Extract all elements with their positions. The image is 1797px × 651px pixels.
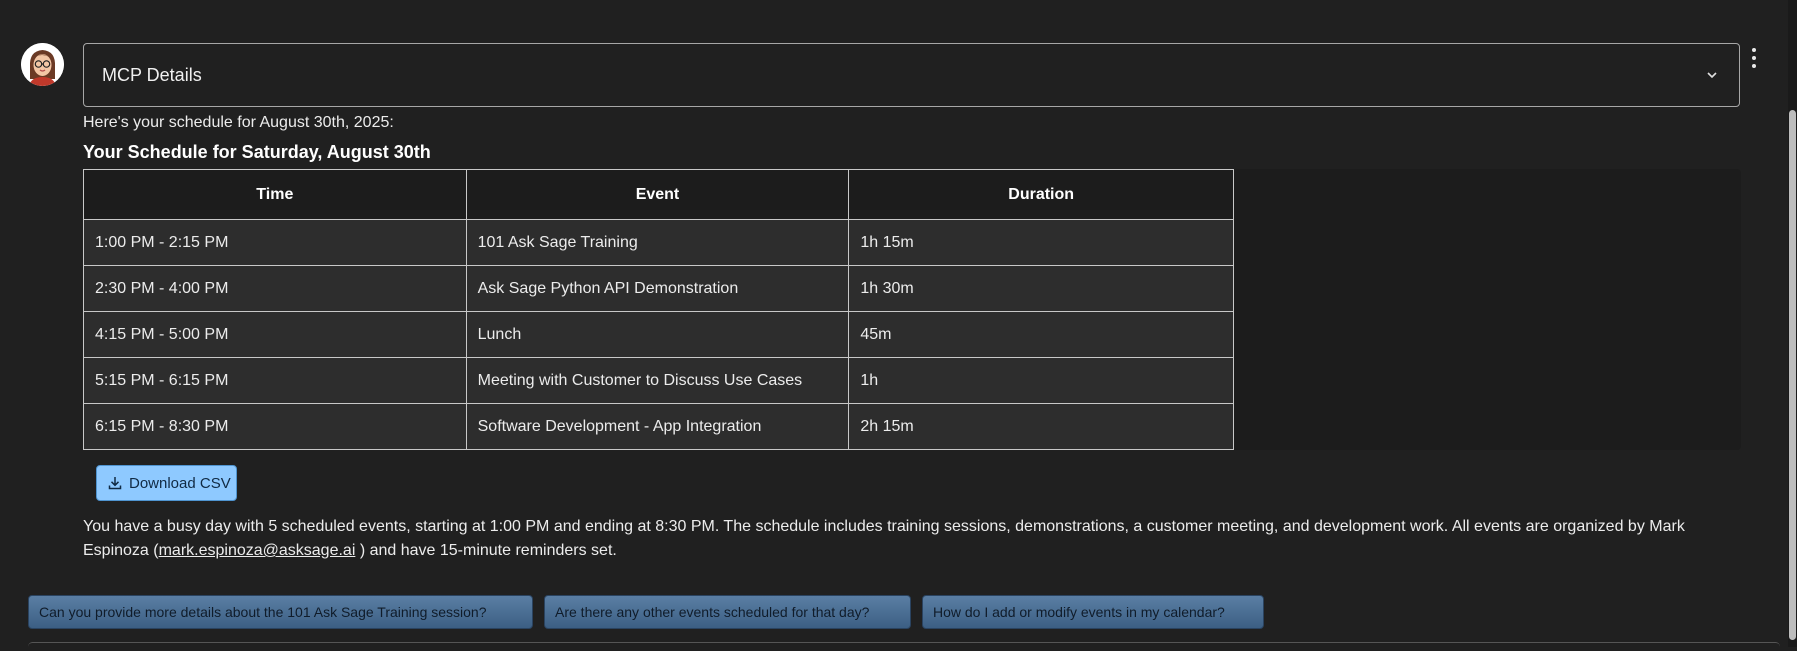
suggestion-button-3[interactable]: How do I add or modify events in my cale… [922, 595, 1264, 629]
organizer-email-link[interactable]: mark.espinoza@asksage.ai [159, 542, 356, 559]
table-row: 1:00 PM - 2:15 PM 101 Ask Sage Training … [83, 219, 1234, 266]
time-cell: 6:15 PM - 8:30 PM [83, 403, 467, 450]
event-cell: Lunch [465, 311, 850, 358]
schedule-intro-text: Here's your schedule for August 30th, 20… [83, 114, 394, 131]
mcp-details-dropdown[interactable]: MCP Details [83, 43, 1740, 107]
event-cell: Meeting with Customer to Discuss Use Cas… [465, 357, 850, 404]
assistant-avatar [21, 43, 64, 86]
column-header-duration: Duration [848, 169, 1234, 220]
duration-cell: 1h 15m [848, 219, 1234, 266]
table-row: 2:30 PM - 4:00 PM Ask Sage Python API De… [83, 265, 1234, 312]
schedule-summary: You have a busy day with 5 scheduled eve… [83, 515, 1748, 563]
message-menu-button[interactable] [1748, 48, 1760, 68]
kebab-menu-icon [1752, 48, 1756, 52]
event-cell: Ask Sage Python API Demonstration [465, 265, 850, 312]
chevron-down-icon [1707, 72, 1717, 79]
time-cell: 4:15 PM - 5:00 PM [83, 311, 467, 358]
download-icon [108, 477, 122, 490]
duration-cell: 1h [848, 357, 1234, 404]
summary-text-end: ) and have 15-minute reminders set. [355, 542, 617, 559]
suggestion-button-2[interactable]: Are there any other events scheduled for… [544, 595, 911, 629]
scrollbar[interactable] [1788, 0, 1797, 647]
event-cell: Software Development - App Integration [465, 403, 850, 450]
download-csv-button[interactable]: Download CSV [96, 465, 237, 501]
schedule-table-container: Time Event Duration 1:00 PM - 2:15 PM 10… [83, 169, 1741, 450]
column-header-event: Event [465, 169, 850, 220]
column-header-time: Time [83, 169, 467, 220]
schedule-heading: Your Schedule for Saturday, August 30th [83, 142, 431, 162]
download-csv-label: Download CSV [129, 474, 231, 492]
duration-cell: 2h 15m [848, 403, 1234, 450]
duration-cell: 1h 30m [848, 265, 1234, 312]
scrollbar-thumb[interactable] [1789, 110, 1796, 640]
duration-cell: 45m [848, 311, 1234, 358]
table-header-row: Time Event Duration [83, 169, 1234, 220]
time-cell: 5:15 PM - 6:15 PM [83, 357, 467, 404]
avatar-icon [21, 43, 64, 86]
time-cell: 2:30 PM - 4:00 PM [83, 265, 467, 312]
table-row: 6:15 PM - 8:30 PM Software Development -… [83, 403, 1234, 450]
mcp-details-title: MCP Details [102, 64, 202, 85]
suggestion-button-1[interactable]: Can you provide more details about the 1… [28, 595, 533, 629]
table-row: 5:15 PM - 6:15 PM Meeting with Customer … [83, 357, 1234, 404]
schedule-table: Time Event Duration 1:00 PM - 2:15 PM 10… [83, 169, 1234, 450]
event-cell: 101 Ask Sage Training [465, 219, 850, 266]
table-row: 4:15 PM - 5:00 PM Lunch 45m [83, 311, 1234, 358]
time-cell: 1:00 PM - 2:15 PM [83, 219, 467, 266]
